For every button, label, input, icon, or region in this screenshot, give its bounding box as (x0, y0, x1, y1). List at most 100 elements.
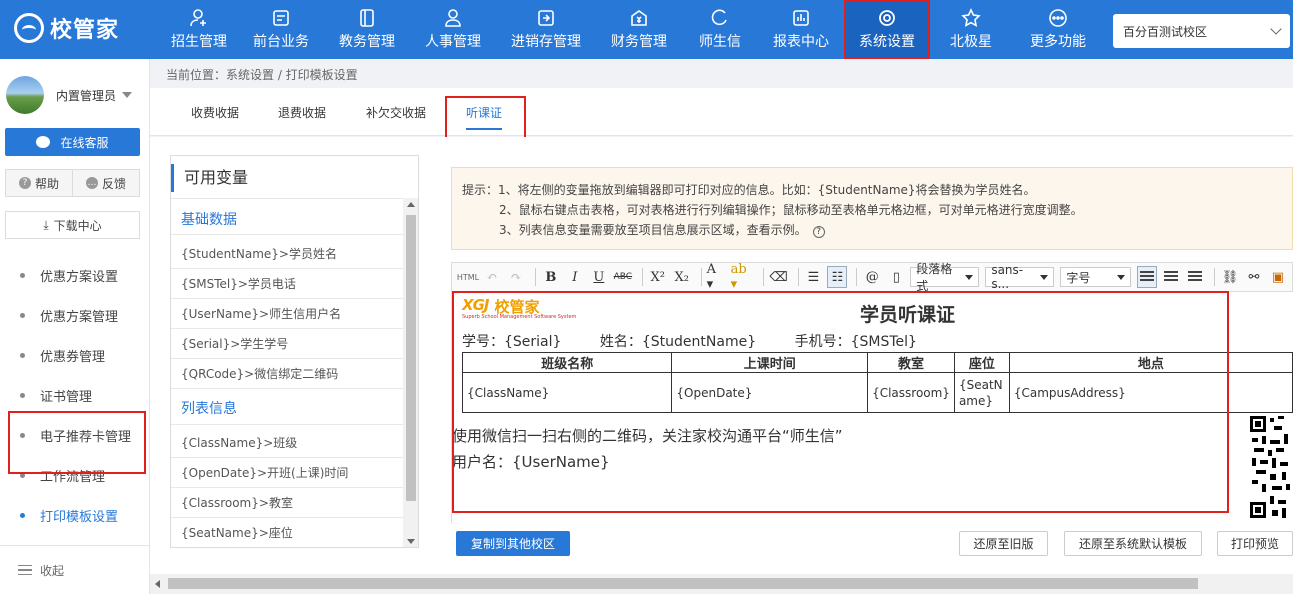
subscript-icon[interactable]: X₂ (672, 266, 692, 288)
variable-item[interactable]: {Serial}>学生学号 (181, 335, 288, 352)
redo-icon[interactable]: ↷ (506, 266, 526, 288)
logo-mark-icon (14, 13, 44, 43)
tab-refund-receipt[interactable]: 退费收据 (278, 88, 326, 136)
ordered-list-icon[interactable]: ☰ (803, 266, 823, 288)
variable-item[interactable]: {Classroom}>教室 (181, 494, 293, 511)
image-icon[interactable]: ▣ (1268, 266, 1288, 288)
variable-item[interactable]: {QRCode}>微信绑定二维码 (181, 365, 338, 382)
underline-icon[interactable]: U (589, 266, 609, 288)
divider (171, 457, 403, 458)
align-right-icon[interactable] (1185, 266, 1205, 288)
nav-item-messaging[interactable]: 师生信 (682, 0, 758, 59)
variables-panel: 可用变量 基础数据 {StudentName}>学员姓名 {SMSTel}>学员… (170, 155, 419, 548)
nav-item-finance[interactable]: 财务管理 (596, 0, 682, 59)
online-service-button[interactable]: 在线客服 (5, 128, 140, 156)
italic-icon[interactable]: I (565, 266, 585, 288)
bold-icon[interactable]: B (541, 266, 561, 288)
restore-old-button[interactable]: 还原至旧版 (959, 531, 1048, 556)
variable-item[interactable]: {OpenDate}>开班(上课)时间 (181, 464, 348, 481)
variable-item[interactable]: {SeatName}>座位 (181, 524, 293, 541)
divider (171, 198, 403, 199)
nav-item-more[interactable]: 更多功能 (1012, 0, 1104, 59)
help-question-icon[interactable]: ? (812, 226, 825, 238)
scroll-thumb[interactable] (406, 215, 416, 501)
scroll-up-icon[interactable] (407, 202, 415, 207)
help-label: 帮助 (34, 176, 59, 191)
tip-line-1: 提示：1、将左侧的变量拖放到编辑器即可打印对应的信息。比如：{StudentNa… (462, 183, 1036, 197)
nav-item-academic[interactable]: 教务管理 (324, 0, 410, 59)
person-add-icon (189, 8, 209, 28)
sidebar-item-label: 证书管理 (40, 389, 93, 405)
font-color-icon[interactable]: A ▾ (707, 262, 727, 292)
link-icon[interactable]: ⛓ (1220, 266, 1240, 288)
nav-label: 教务管理 (339, 34, 395, 50)
font-family-select[interactable]: sans-s... (985, 263, 1055, 291)
print-preview-button[interactable]: 打印预览 (1217, 531, 1293, 556)
highlight-color-icon[interactable]: ab ▾ (731, 262, 754, 292)
unlink-icon[interactable]: ⚯ (1244, 266, 1264, 288)
tip-line-3-text: 3、列表信息变量需要放至项目信息展示区域，查看示例。 (499, 223, 807, 237)
variables-scrollbar[interactable] (403, 198, 418, 547)
eraser-icon[interactable]: ⌫ (769, 266, 789, 288)
variable-item[interactable]: {UserName}>师生信用户名 (181, 305, 341, 322)
divider (641, 268, 643, 286)
menu-collapse-icon (18, 565, 32, 575)
feedback-button[interactable]: … 反馈 (73, 169, 140, 197)
collapse-sidebar-button[interactable]: 收起 (0, 545, 150, 594)
unordered-list-icon[interactable]: ☷ (827, 266, 848, 288)
sidebar-item-certificates[interactable]: 证书管理 (0, 375, 150, 415)
nav-label: 更多功能 (1030, 34, 1086, 50)
align-lines (1140, 271, 1155, 283)
sidebar-item-discount-manage[interactable]: 优惠方案管理 (0, 295, 150, 335)
app-logo[interactable]: 校管家 (14, 10, 119, 46)
page-icon[interactable]: ▯ (886, 266, 906, 288)
nav-label: 系统设置 (859, 34, 915, 50)
variable-group-basic: 基础数据 (181, 212, 237, 228)
nav-item-enrollment[interactable]: 招生管理 (160, 0, 238, 59)
scroll-thumb[interactable] (168, 578, 1198, 589)
collapse-label: 收起 (40, 563, 65, 578)
bullet-icon (20, 352, 25, 358)
nav-item-frontdesk[interactable]: 前台业务 (238, 0, 324, 59)
nav-item-inventory[interactable]: 进销存管理 (496, 0, 596, 59)
sidebar-item-print-templates[interactable]: 打印模板设置 (0, 495, 150, 535)
nav-item-hr[interactable]: 人事管理 (410, 0, 496, 59)
paragraph-format-select[interactable]: 段落格式 (910, 262, 980, 293)
help-button[interactable]: ? 帮助 (5, 169, 73, 197)
divider (700, 268, 702, 286)
html-source-button[interactable]: HTML (457, 266, 479, 288)
align-center-icon[interactable] (1161, 266, 1181, 288)
nav-label: 报表中心 (773, 34, 829, 50)
download-icon: ⤓ (43, 217, 49, 232)
campus-select[interactable]: 百分百测试校区 (1113, 14, 1290, 48)
nav-item-polaris[interactable]: 北极星 (930, 0, 1012, 59)
tab-arrears-receipt[interactable]: 补欠交收据 (366, 88, 426, 136)
variable-item[interactable]: {ClassName}>班级 (181, 434, 297, 451)
scroll-left-icon[interactable] (155, 580, 160, 588)
nav-label: 北极星 (950, 34, 992, 50)
tab-fee-receipt[interactable]: 收费收据 (191, 88, 239, 136)
divider (1214, 268, 1215, 286)
download-center-button[interactable]: ⤓ 下载中心 (5, 211, 140, 239)
variable-item[interactable]: {StudentName}>学员姓名 (181, 245, 337, 262)
align-left-icon[interactable] (1137, 266, 1158, 288)
copy-to-campus-button[interactable]: 复制到其他校区 (456, 531, 570, 556)
nav-item-reports[interactable]: 报表中心 (758, 0, 844, 59)
nav-label: 前台业务 (253, 34, 309, 50)
nav-item-settings[interactable]: 系统设置 (844, 0, 930, 59)
undo-icon[interactable]: ↶ (482, 266, 502, 288)
font-size-select[interactable]: 字号 (1060, 267, 1132, 287)
horizontal-scrollbar[interactable] (150, 574, 1293, 594)
divider (171, 298, 403, 299)
anchor-icon[interactable]: @ (862, 266, 882, 288)
scroll-down-icon[interactable] (407, 539, 415, 544)
variable-item[interactable]: {SMSTel}>学员电话 (181, 275, 296, 292)
sidebar-item-discount-settings[interactable]: 优惠方案设置 (0, 255, 150, 295)
select-value: sans-s... (991, 263, 1024, 291)
dropdown-icon (1117, 274, 1126, 280)
restore-default-button[interactable]: 还原至系统默认模板 (1064, 531, 1202, 556)
strikethrough-icon[interactable]: ABC (613, 266, 633, 288)
superscript-icon[interactable]: X² (648, 266, 668, 288)
sidebar-item-coupons[interactable]: 优惠券管理 (0, 335, 150, 375)
user-menu[interactable]: 内置管理员 (6, 75, 146, 115)
